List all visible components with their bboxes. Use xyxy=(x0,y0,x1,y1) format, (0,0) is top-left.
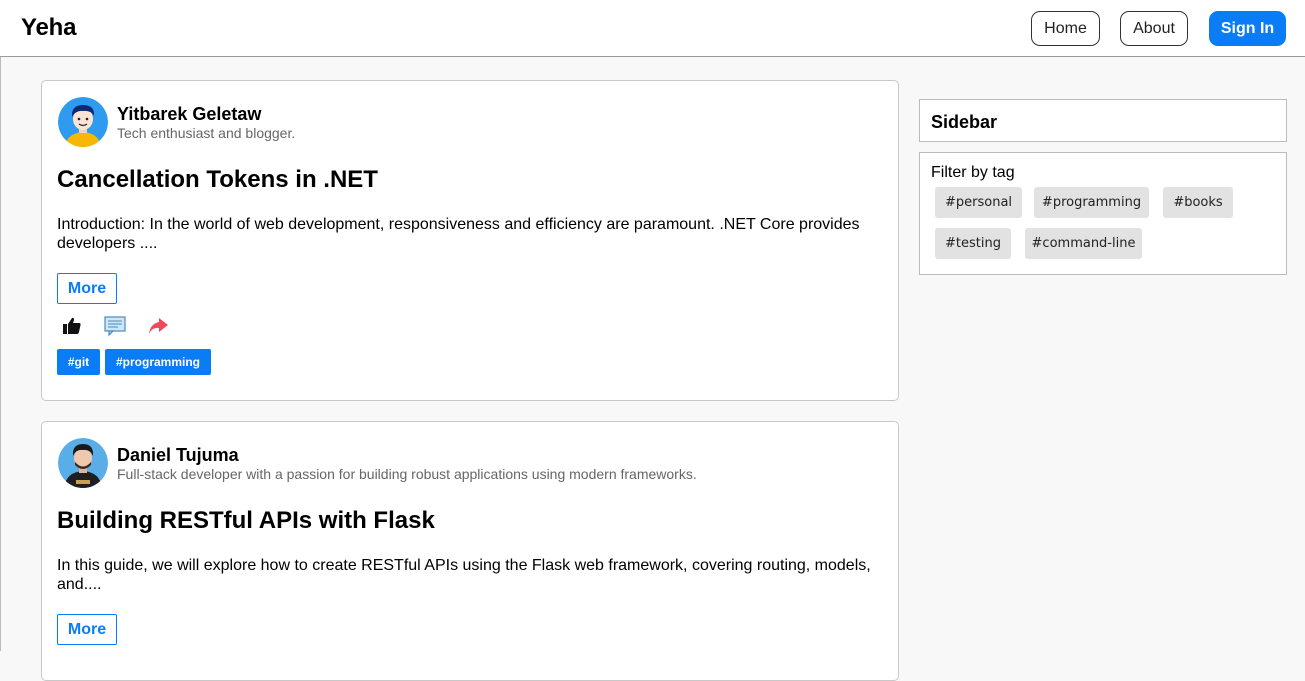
author-name[interactable]: Daniel Tujuma xyxy=(117,445,239,466)
sidebar-title: Sidebar xyxy=(931,112,998,132)
author-bio: Full-stack developer with a passion for … xyxy=(117,466,697,482)
home-button[interactable]: Home xyxy=(1031,11,1100,46)
more-button[interactable]: More xyxy=(57,614,117,645)
page-divider xyxy=(0,57,1,651)
post-title[interactable]: Cancellation Tokens in .NET xyxy=(57,166,378,194)
post-card: Yitbarek Geletaw Tech enthusiast and blo… xyxy=(41,80,899,401)
post-title[interactable]: Building RESTful APIs with Flask xyxy=(57,507,435,535)
brand-logo[interactable]: Yeha xyxy=(21,14,76,42)
author-avatar[interactable] xyxy=(58,438,108,488)
filter-tag-personal[interactable]: #personal xyxy=(935,187,1022,218)
tag-git[interactable]: #git xyxy=(57,349,100,375)
post-excerpt: In this guide, we will explore how to cr… xyxy=(57,557,871,593)
filter-tag-testing[interactable]: #testing xyxy=(935,228,1011,259)
author-avatar[interactable] xyxy=(58,97,108,147)
author-bio: Tech enthusiast and blogger. xyxy=(117,125,296,141)
post-card: Daniel Tujuma Full-stack developer with … xyxy=(41,421,899,681)
more-button[interactable]: More xyxy=(57,273,117,304)
about-button[interactable]: About xyxy=(1120,11,1188,46)
thumbs-up-icon[interactable] xyxy=(61,315,83,337)
filter-label: Filter by tag xyxy=(931,164,1015,181)
comment-icon[interactable] xyxy=(104,315,126,337)
navbar: Yeha Home About Sign In xyxy=(0,0,1305,57)
tag-filter-panel: Filter by tag #personal #programming #bo… xyxy=(919,152,1287,275)
filter-tag-command-line[interactable]: #command-line xyxy=(1025,228,1142,259)
author-name[interactable]: Yitbarek Geletaw xyxy=(117,104,261,125)
share-icon[interactable] xyxy=(147,315,169,337)
post-excerpt: Introduction: In the world of web develo… xyxy=(57,216,860,252)
sign-in-button[interactable]: Sign In xyxy=(1209,11,1286,46)
tag-programming[interactable]: #programming xyxy=(105,349,211,375)
filter-tag-books[interactable]: #books xyxy=(1163,187,1233,218)
sidebar-header: Sidebar xyxy=(919,99,1287,142)
filter-tag-programming[interactable]: #programming xyxy=(1034,187,1149,218)
